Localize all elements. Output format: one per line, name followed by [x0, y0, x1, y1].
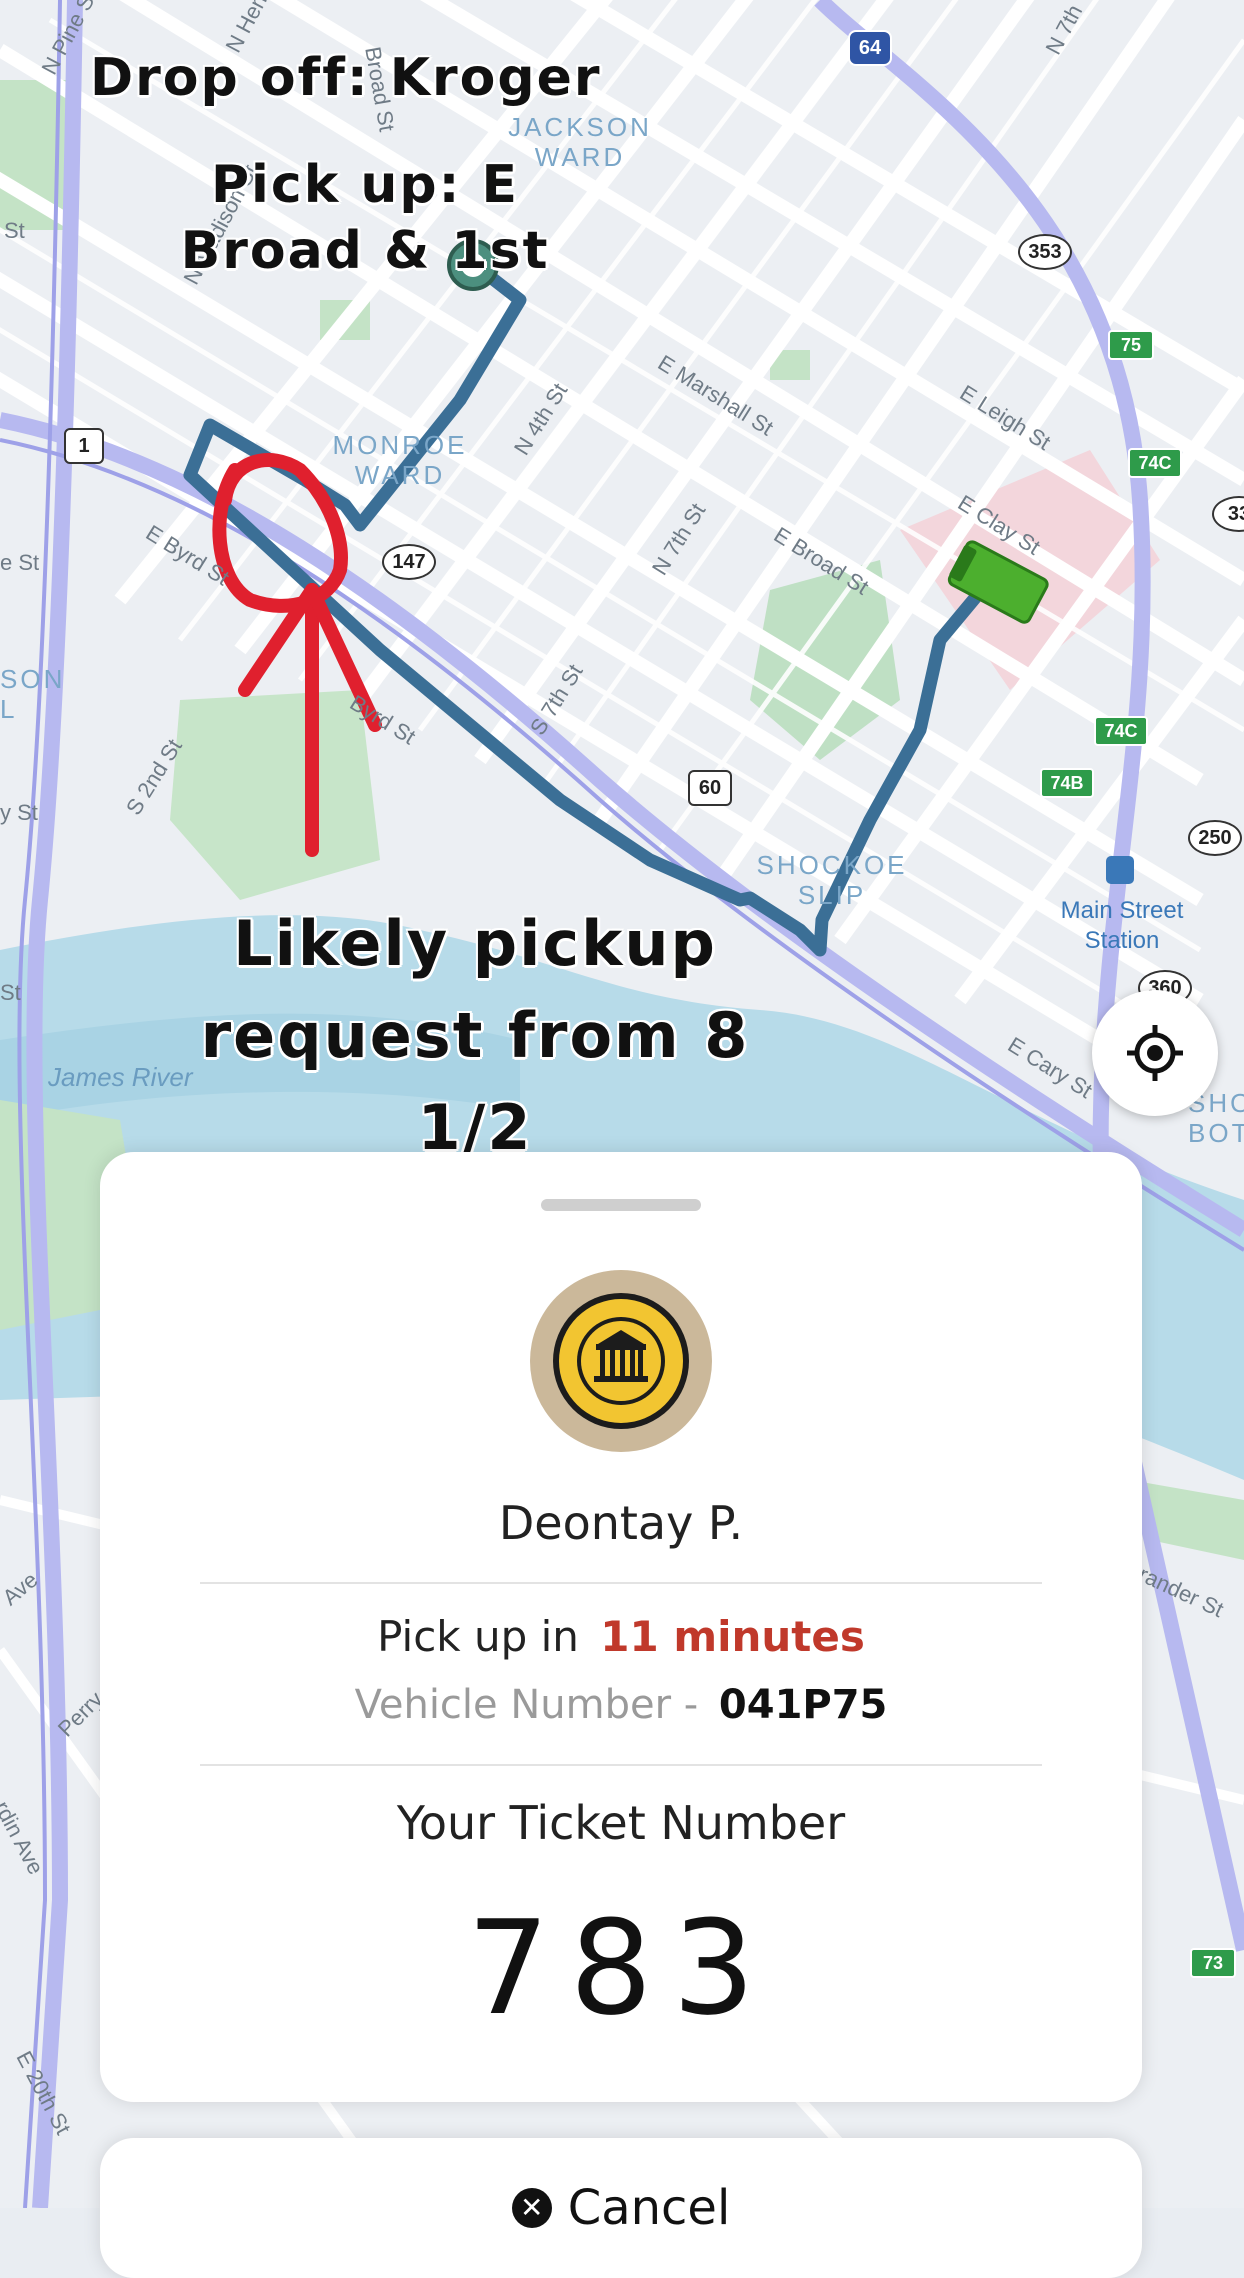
street-label: e St — [0, 550, 40, 575]
university-seal-avatar — [553, 1293, 689, 1429]
route-shield-64: 64 — [848, 30, 892, 66]
cancel-card[interactable]: ✕ Cancel — [100, 2138, 1142, 2278]
route-shield-250: 250 — [1188, 820, 1242, 856]
vehicle-prefix: Vehicle Number - — [354, 1682, 699, 1728]
pickup-time: 11 minutes — [600, 1612, 865, 1661]
cancel-label: Cancel — [567, 2180, 731, 2236]
route-shield-147: 147 — [382, 544, 436, 580]
likely-pickup-annotation: Likely pickup request from 8 1/2 — [200, 907, 750, 1164]
ticket-number: 783 — [466, 1892, 776, 2044]
divider — [200, 1764, 1042, 1766]
street-label: St — [0, 980, 21, 1005]
route-shield-60: 60 — [688, 770, 732, 806]
pickup-annotation: Pick up: E Broad & 1st — [180, 155, 550, 281]
locate-me-button[interactable] — [1092, 990, 1218, 1116]
crosshair-location-icon — [1127, 1025, 1183, 1081]
ride-details-card[interactable]: Deontay P. Pick up in 11 minutes Vehicle… — [100, 1152, 1142, 2102]
exit-sign-75: 75 — [1108, 330, 1154, 360]
route-shield-353: 353 — [1018, 234, 1072, 270]
close-circle-icon: ✕ — [511, 2188, 552, 2228]
driver-name: Deontay P. — [498, 1496, 744, 1550]
vehicle-info: Vehicle Number - 041P75 — [100, 1682, 1142, 1728]
driver-avatar — [530, 1270, 712, 1452]
street-label: St — [4, 218, 25, 243]
dropoff-annotation: Drop off: Kroger — [90, 48, 602, 108]
exit-sign-74c: 74C — [1094, 716, 1148, 746]
station-icon — [1106, 856, 1134, 884]
pickup-eta: Pick up in 11 minutes — [100, 1612, 1142, 1661]
sheet-grabber-handle[interactable] — [541, 1199, 701, 1211]
district-label: SON L — [0, 664, 66, 724]
route-shield-1: 1 — [64, 428, 104, 464]
exit-sign-74b: 74B — [1040, 768, 1094, 798]
cancel-button[interactable]: ✕ Cancel — [100, 2180, 1142, 2236]
exit-sign-74c: 74C — [1128, 448, 1182, 478]
vehicle-number: 041P75 — [718, 1682, 888, 1728]
exit-sign-73: 73 — [1190, 1948, 1236, 1978]
pickup-prefix: Pick up in — [377, 1612, 579, 1661]
station-label: Main Street Station — [1060, 897, 1184, 954]
divider — [200, 1582, 1042, 1584]
ticket-label: Your Ticket Number — [396, 1796, 846, 1850]
street-label: y St — [0, 800, 38, 825]
district-label: MONROE WARD — [332, 430, 468, 490]
